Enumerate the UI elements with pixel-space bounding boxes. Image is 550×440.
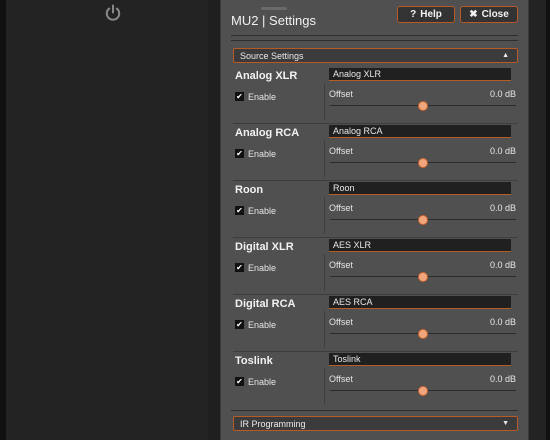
- column-divider: [324, 368, 325, 405]
- panel-title: MU2 | Settings: [231, 13, 317, 28]
- source-name: Digital XLR: [235, 241, 294, 253]
- chevron-up-icon: ▲: [502, 52, 509, 59]
- source-name: Analog XLR: [235, 70, 298, 82]
- close-button[interactable]: ✖ Close: [460, 6, 518, 23]
- offset-label: Offset: [329, 146, 353, 156]
- enable-label: Enable: [248, 206, 277, 216]
- source-name: Digital RCA: [235, 298, 296, 310]
- checkmark-icon: ✔: [236, 149, 243, 158]
- checkmark-icon: ✔: [236, 263, 243, 272]
- header-divider: [231, 35, 518, 36]
- source-row: Toslink ✔ Enable Offset 0.0 dB: [235, 353, 518, 410]
- enable-checkbox[interactable]: ✔: [235, 320, 244, 329]
- source-settings-label: Source Settings: [240, 50, 304, 61]
- source-row: Analog RCA ✔ Enable Offset 0.0 dB: [233, 125, 518, 182]
- enable-checkbox[interactable]: ✔: [235, 149, 244, 158]
- offset-label: Offset: [329, 317, 353, 327]
- source-name: Toslink: [235, 355, 273, 367]
- close-button-label: Close: [481, 9, 509, 20]
- section-divider: [231, 410, 518, 411]
- source-name-input[interactable]: [329, 182, 511, 195]
- question-icon: ?: [410, 9, 417, 20]
- source-name: Analog RCA: [235, 127, 300, 139]
- column-divider: [324, 140, 325, 177]
- source-row: Analog XLR ✔ Enable Offset 0.0 dB: [233, 68, 518, 125]
- source-row: Digital XLR ✔ Enable Offset 0.0 dB: [233, 239, 518, 296]
- offset-label: Offset: [329, 260, 353, 270]
- enable-label: Enable: [248, 377, 277, 387]
- enable-label: Enable: [248, 149, 277, 159]
- settings-panel: MU2 | Settings ? Help ✖ Close Source Set…: [221, 0, 528, 440]
- offset-slider-thumb[interactable]: [418, 272, 428, 282]
- column-divider: [324, 254, 325, 291]
- offset-slider-thumb[interactable]: [418, 158, 428, 168]
- source-name: Roon: [235, 184, 264, 196]
- offset-label: Offset: [329, 374, 353, 384]
- offset-label: Offset: [329, 89, 353, 99]
- help-button[interactable]: ? Help: [397, 6, 455, 23]
- chevron-down-icon: ▼: [502, 420, 509, 427]
- enable-label: Enable: [248, 320, 277, 330]
- offset-value: 0.0 dB: [489, 260, 516, 270]
- offset-slider-thumb[interactable]: [418, 215, 428, 225]
- column-divider: [324, 311, 325, 348]
- source-name-input[interactable]: [329, 239, 511, 252]
- source-divider: [233, 237, 518, 238]
- source-settings-header[interactable]: Source Settings ▲: [233, 48, 518, 63]
- offset-slider-thumb[interactable]: [418, 101, 428, 111]
- column-divider: [324, 83, 325, 120]
- checkmark-icon: ✔: [236, 320, 243, 329]
- ir-programming-label: IR Programming: [240, 418, 306, 429]
- source-divider: [233, 351, 518, 352]
- offset-value: 0.0 dB: [489, 146, 516, 156]
- source-name-input[interactable]: [329, 68, 511, 81]
- source-divider: [233, 123, 518, 124]
- offset-slider-thumb[interactable]: [418, 329, 428, 339]
- source-name-input[interactable]: [329, 125, 511, 138]
- enable-checkbox[interactable]: ✔: [235, 92, 244, 101]
- source-name-input[interactable]: [329, 296, 511, 309]
- source-divider: [233, 294, 518, 295]
- checkmark-icon: ✔: [236, 206, 243, 215]
- enable-checkbox[interactable]: ✔: [235, 206, 244, 215]
- offset-value: 0.0 dB: [489, 89, 516, 99]
- enable-checkbox[interactable]: ✔: [235, 263, 244, 272]
- enable-label: Enable: [248, 92, 277, 102]
- offset-value: 0.0 dB: [489, 374, 516, 384]
- power-icon[interactable]: [104, 4, 122, 22]
- enable-label: Enable: [248, 263, 277, 273]
- enable-checkbox[interactable]: ✔: [235, 377, 244, 386]
- offset-value: 0.0 dB: [489, 317, 516, 327]
- header-divider: [231, 40, 518, 41]
- x-icon: ✖: [469, 9, 478, 20]
- source-row: Digital RCA ✔ Enable Offset 0.0 dB: [233, 296, 518, 353]
- drag-handle[interactable]: [261, 7, 287, 10]
- source-name-input[interactable]: [329, 353, 511, 366]
- ir-programming-header[interactable]: IR Programming ▼: [233, 416, 518, 431]
- checkmark-icon: ✔: [236, 377, 243, 386]
- checkmark-icon: ✔: [236, 92, 243, 101]
- offset-slider-thumb[interactable]: [418, 386, 428, 396]
- help-button-label: Help: [420, 9, 442, 20]
- offset-value: 0.0 dB: [489, 203, 516, 213]
- column-divider: [324, 197, 325, 234]
- main-view-background: [6, 0, 208, 440]
- source-divider: [233, 180, 518, 181]
- offset-label: Offset: [329, 203, 353, 213]
- right-window-edge: [546, 0, 550, 440]
- source-row: Roon ✔ Enable Offset 0.0 dB: [233, 182, 518, 239]
